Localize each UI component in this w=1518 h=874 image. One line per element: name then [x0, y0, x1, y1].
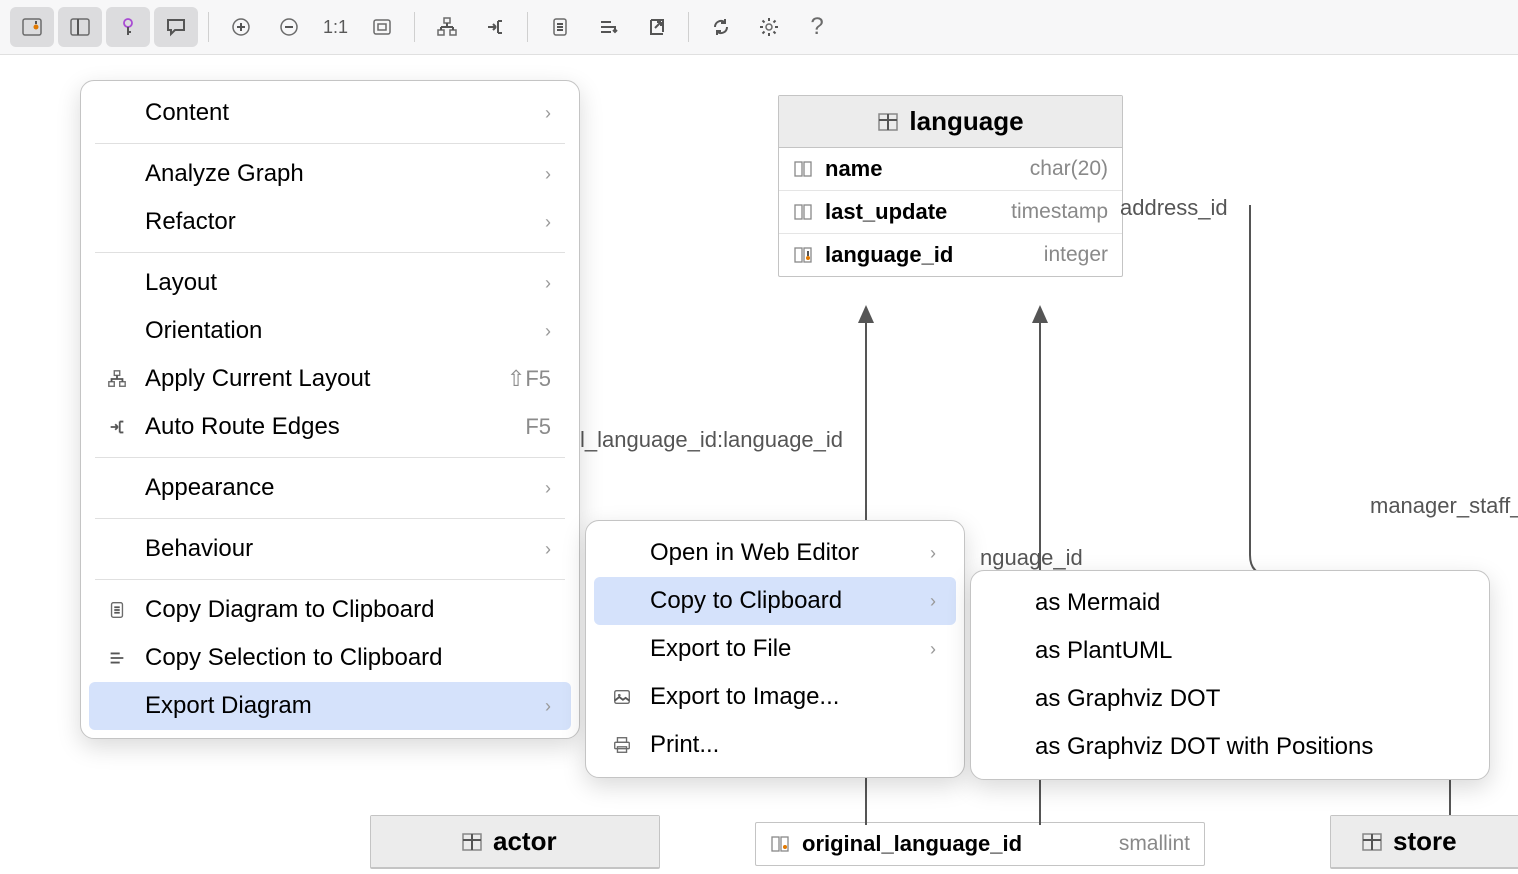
separator [95, 252, 565, 253]
zoom-out-icon[interactable] [267, 7, 311, 47]
menu-behaviour[interactable]: Behaviour› [89, 525, 571, 573]
separator [95, 143, 565, 144]
menu-open-web-editor[interactable]: Open in Web Editor› [594, 529, 956, 577]
edge-label: address_id [1120, 195, 1228, 221]
separator [95, 457, 565, 458]
help-icon[interactable]: ? [795, 7, 839, 47]
key-panel-icon[interactable] [10, 7, 54, 47]
menu-orientation[interactable]: Orientation› [89, 307, 571, 355]
chevron-right-icon: › [545, 103, 551, 124]
settings-icon[interactable] [747, 7, 791, 47]
toolbar: 1:1 ? [0, 0, 1518, 55]
menu-copy-diagram[interactable]: Copy Diagram to Clipboard [89, 586, 571, 634]
menu-apply-layout[interactable]: Apply Current Layout⇧F5 [89, 355, 571, 403]
table-header: store [1331, 816, 1518, 868]
chevron-right-icon: › [930, 591, 936, 612]
menu-copy-selection[interactable]: Copy Selection to Clipboard [89, 634, 571, 682]
table-language[interactable]: language name char(20) last_update times… [778, 95, 1123, 277]
table-column[interactable]: last_update timestamp [779, 191, 1122, 234]
open-external-icon[interactable] [634, 7, 678, 47]
table-column[interactable]: original_language_id smallint [756, 823, 1204, 865]
chevron-right-icon: › [545, 273, 551, 294]
separator [414, 12, 415, 42]
edge-label: l_language_id:language_id [580, 427, 843, 453]
layout-icon[interactable] [425, 7, 469, 47]
print-icon [608, 735, 636, 755]
menu-as-graphviz-pos[interactable]: as Graphviz DOT with Positions [979, 723, 1481, 771]
route-edges-icon [103, 417, 131, 437]
chevron-right-icon: › [545, 696, 551, 717]
menu-copy-clipboard[interactable]: Copy to Clipboard› [594, 577, 956, 625]
menu-print[interactable]: Print... [594, 721, 956, 769]
menu-as-plantuml[interactable]: as PlantUML [979, 627, 1481, 675]
copy-icon [103, 600, 131, 620]
clipboard-format-submenu: as Mermaid as PlantUML as Graphviz DOT a… [970, 570, 1490, 780]
chevron-right-icon: › [545, 321, 551, 342]
chevron-right-icon: › [930, 639, 936, 660]
table-actor[interactable]: actor [370, 815, 660, 869]
menu-content[interactable]: Content› [89, 89, 571, 137]
copy-selection-icon[interactable] [586, 7, 630, 47]
comment-icon[interactable] [154, 7, 198, 47]
table-store[interactable]: store [1330, 815, 1518, 869]
menu-appearance[interactable]: Appearance› [89, 464, 571, 512]
table-header: actor [371, 816, 659, 868]
table-column[interactable]: language_id integer [779, 234, 1122, 276]
edge-label: nguage_id [980, 545, 1083, 571]
chevron-right-icon: › [545, 212, 551, 233]
menu-refactor[interactable]: Refactor› [89, 198, 571, 246]
table-icon [877, 111, 899, 133]
menu-as-graphviz[interactable]: as Graphviz DOT [979, 675, 1481, 723]
route-edges-icon[interactable] [473, 7, 517, 47]
fit-content-icon[interactable] [360, 7, 404, 47]
table-partial[interactable]: original_language_id smallint [755, 822, 1205, 866]
separator [95, 518, 565, 519]
menu-analyze-graph[interactable]: Analyze Graph› [89, 150, 571, 198]
chevron-right-icon: › [545, 164, 551, 185]
menu-as-mermaid[interactable]: as Mermaid [979, 579, 1481, 627]
refresh-icon[interactable] [699, 7, 743, 47]
separator [95, 579, 565, 580]
separator [688, 12, 689, 42]
menu-export-image[interactable]: Export to Image... [594, 673, 956, 721]
table-icon [1361, 831, 1383, 853]
image-icon [608, 687, 636, 707]
separator [527, 12, 528, 42]
menu-export-file[interactable]: Export to File› [594, 625, 956, 673]
copy-selection-icon [103, 648, 131, 668]
split-panel-icon[interactable] [58, 7, 102, 47]
zoom-level[interactable]: 1:1 [315, 17, 356, 38]
table-column[interactable]: name char(20) [779, 148, 1122, 191]
chevron-right-icon: › [930, 543, 936, 564]
menu-export-diagram[interactable]: Export Diagram› [89, 682, 571, 730]
column-icon [793, 202, 815, 222]
chevron-right-icon: › [545, 539, 551, 560]
table-icon [461, 831, 483, 853]
key-column-icon [793, 245, 815, 265]
menu-auto-route[interactable]: Auto Route EdgesF5 [89, 403, 571, 451]
key-icon[interactable] [106, 7, 150, 47]
context-menu: Content› Analyze Graph› Refactor› Layout… [80, 80, 580, 739]
copy-icon[interactable] [538, 7, 582, 47]
diagram-canvas[interactable]: language name char(20) last_update times… [0, 55, 1518, 874]
separator [208, 12, 209, 42]
key-column-icon [770, 834, 792, 854]
table-header: language [779, 96, 1122, 148]
chevron-right-icon: › [545, 478, 551, 499]
layout-icon [103, 369, 131, 389]
column-icon [793, 159, 815, 179]
edge-label: manager_staff_ [1370, 493, 1518, 519]
zoom-in-icon[interactable] [219, 7, 263, 47]
export-submenu: Open in Web Editor› Copy to Clipboard› E… [585, 520, 965, 778]
menu-layout[interactable]: Layout› [89, 259, 571, 307]
